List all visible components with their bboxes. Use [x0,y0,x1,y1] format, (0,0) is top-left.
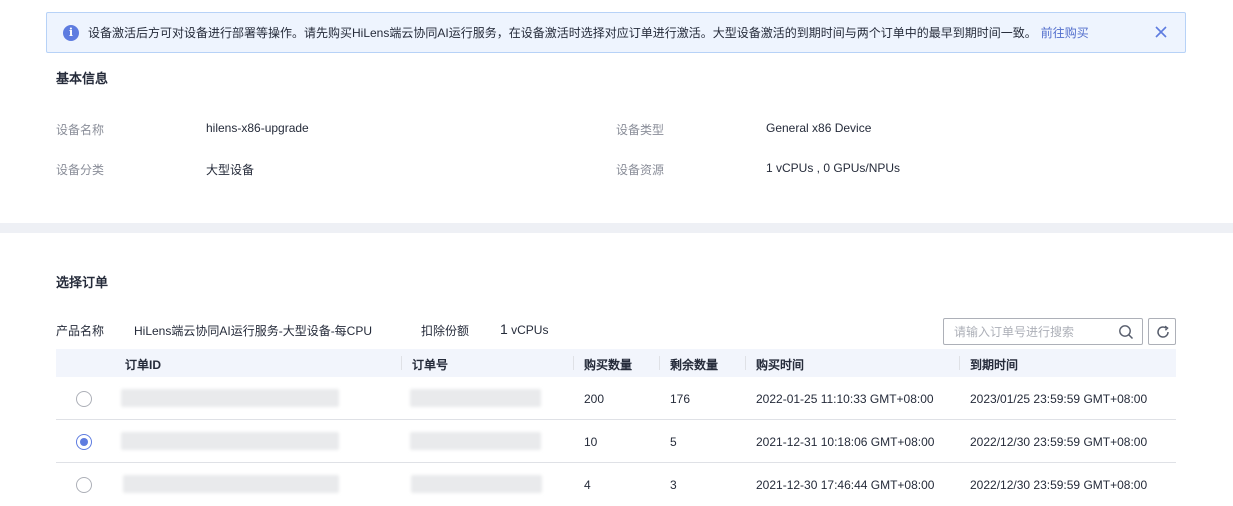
device-name-value: hilens-x86-upgrade [206,121,309,135]
redacted-order-no [410,432,541,450]
device-type-value: General x86 Device [766,121,872,135]
column-separator [745,356,746,370]
cell-remaining: 176 [670,392,691,406]
cell-remaining: 5 [670,435,677,449]
device-resource-label: 设备资源 [616,163,665,177]
section-divider [0,223,1233,233]
column-separator [959,356,960,370]
table-row[interactable]: 200 176 2022-01-25 11:10:33 GMT+08:00 20… [56,377,1176,420]
order-section-title: 选择订单 [56,275,109,290]
order-table: 订单ID 订单号 购买数量 剩余数量 购买时间 到期时间 200 176 202… [56,349,1176,506]
row-radio[interactable] [76,391,92,407]
cell-bought: 4 [584,478,591,492]
redacted-order-no [410,389,541,407]
cell-expire-time: 2022/12/30 23:59:59 GMT+08:00 [970,435,1148,449]
info-notice: i 设备激活后方可对设备进行部署等操作。请先购买HiLens端云协同AI运行服务… [46,12,1186,53]
cell-expire-time: 2022/12/30 23:59:59 GMT+08:00 [970,478,1148,492]
row-radio[interactable] [76,477,92,493]
column-separator [573,356,574,370]
redacted-order-id [121,389,339,407]
deduct-share-value: 1 vCPUs [500,321,548,337]
device-category-label: 设备分类 [56,163,105,177]
device-resource-value: 1 vCPUs , 0 GPUs/NPUs [766,161,901,175]
table-header: 订单ID 订单号 购买数量 剩余数量 购买时间 到期时间 [56,349,1176,377]
device-name-label: 设备名称 [56,123,105,137]
table-row[interactable]: 4 3 2021-12-30 17:46:44 GMT+08:00 2022/1… [56,463,1176,506]
col-bought: 购买数量 [584,358,633,372]
column-separator [659,356,660,370]
product-name-label: 产品名称 [56,324,105,338]
info-icon: i [63,24,79,41]
order-search-input[interactable] [944,319,1109,344]
product-name-value: HiLens端云协同AI运行服务-大型设备-每CPU [134,324,373,338]
deduct-share-label: 扣除份额 [421,324,470,338]
col-order-id: 订单ID [125,358,162,372]
refresh-button[interactable] [1148,318,1176,345]
search-icon[interactable] [1118,324,1134,340]
deduct-number: 1 [500,321,508,337]
cell-buy-time: 2022-01-25 11:10:33 GMT+08:00 [756,392,934,406]
redacted-order-id [121,432,339,450]
cell-remaining: 3 [670,478,677,492]
col-buy-time: 购买时间 [756,358,805,372]
device-type-label: 设备类型 [616,123,665,137]
refresh-icon [1157,325,1169,338]
order-search-box [943,318,1143,345]
redacted-order-id [123,475,339,493]
notice-text: 设备激活后方可对设备进行部署等操作。请先购买HiLens端云协同AI运行服务，在… [88,26,1037,40]
col-order-no: 订单号 [412,358,449,372]
col-remaining: 剩余数量 [670,358,719,372]
cell-bought: 200 [584,392,605,406]
basic-info-title: 基本信息 [56,71,109,86]
row-radio-selected[interactable] [76,434,92,450]
close-icon[interactable] [1153,24,1169,40]
cell-expire-time: 2023/01/25 23:59:59 GMT+08:00 [970,392,1148,406]
col-expire-time: 到期时间 [970,358,1019,372]
cell-bought: 10 [584,435,598,449]
cell-buy-time: 2021-12-30 17:46:44 GMT+08:00 [756,478,935,492]
redacted-order-no [411,475,542,493]
table-row[interactable]: 10 5 2021-12-31 10:18:06 GMT+08:00 2022/… [56,420,1176,463]
device-category-value: 大型设备 [206,163,255,177]
deduct-unit: vCPUs [507,323,549,337]
buy-link[interactable]: 前往购买 [1041,24,1089,41]
cell-buy-time: 2021-12-31 10:18:06 GMT+08:00 [756,435,935,449]
column-separator [401,356,402,370]
